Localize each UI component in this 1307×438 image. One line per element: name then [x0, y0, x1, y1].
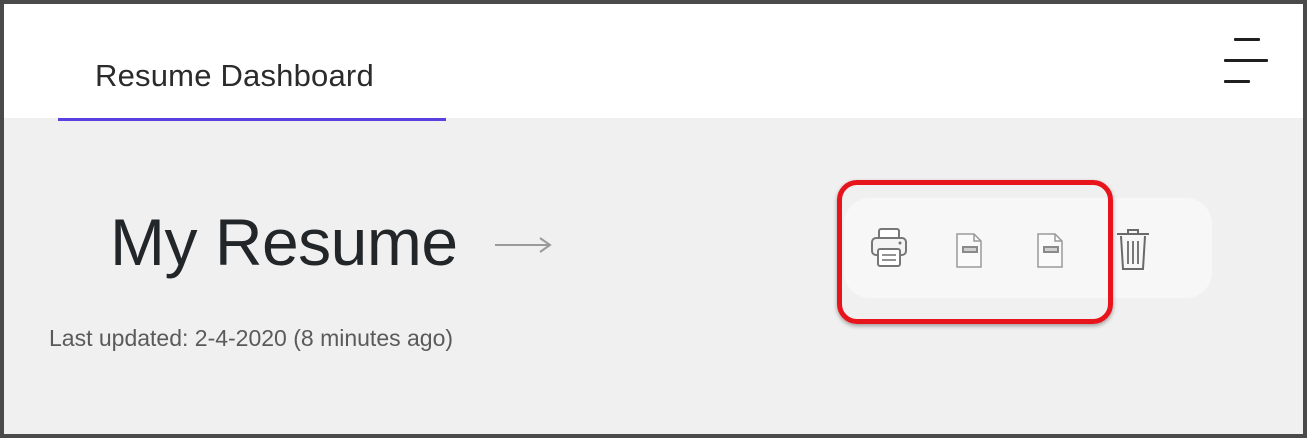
- resume-title-link[interactable]: My Resume: [110, 204, 552, 280]
- trash-icon[interactable]: [1114, 226, 1152, 272]
- top-navigation-bar: Resume Dashboard: [4, 4, 1303, 121]
- app-window: Resume Dashboard My Resume Last updated:…: [0, 0, 1307, 438]
- arrow-right-icon: [494, 237, 552, 253]
- hamburger-menu-icon[interactable]: [1224, 36, 1268, 84]
- tab-label: Resume Dashboard: [95, 58, 374, 93]
- resume-title: My Resume: [110, 205, 458, 279]
- export-actions-highlight: [837, 180, 1113, 324]
- active-tab-indicator: [58, 118, 446, 121]
- last-updated-text: Last updated: 2-4-2020 (8 minutes ago): [49, 325, 454, 351]
- tab-resume-dashboard[interactable]: Resume Dashboard: [58, 4, 446, 121]
